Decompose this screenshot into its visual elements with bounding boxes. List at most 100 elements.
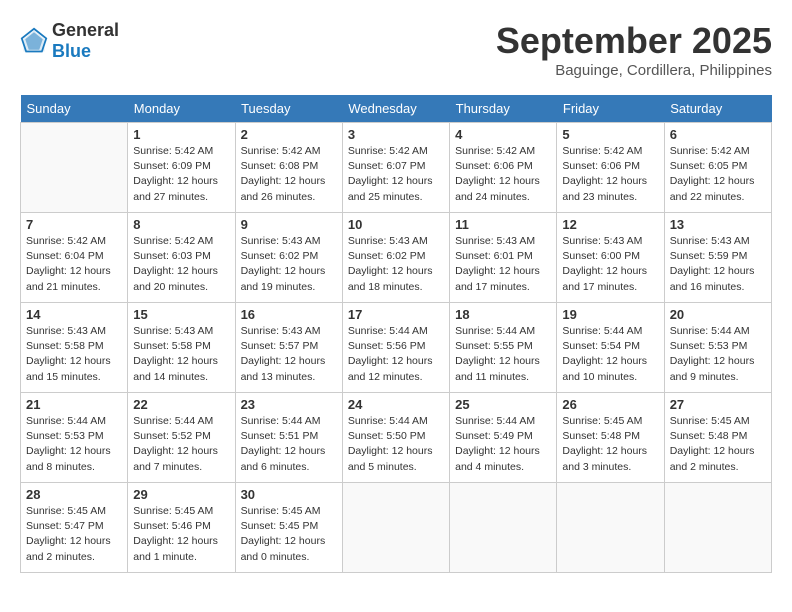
- day-info: Sunrise: 5:42 AMSunset: 6:07 PMDaylight:…: [348, 144, 444, 205]
- calendar-cell: 14 Sunrise: 5:43 AMSunset: 5:58 PMDayligh…: [21, 303, 128, 393]
- day-number: 26: [562, 397, 658, 412]
- calendar-cell: 29 Sunrise: 5:45 AMSunset: 5:46 PMDayligh…: [128, 483, 235, 573]
- week-row-2: 7 Sunrise: 5:42 AMSunset: 6:04 PMDaylight…: [21, 213, 772, 303]
- day-info: Sunrise: 5:44 AMSunset: 5:50 PMDaylight:…: [348, 414, 444, 475]
- day-number: 30: [241, 487, 337, 502]
- day-info: Sunrise: 5:42 AMSunset: 6:06 PMDaylight:…: [562, 144, 658, 205]
- column-header-friday: Friday: [557, 95, 664, 123]
- calendar-cell: 4 Sunrise: 5:42 AMSunset: 6:06 PMDaylight…: [450, 123, 557, 213]
- calendar-cell: 17Sunrise: 5:44 AMSunset: 5:56 PMDayligh…: [342, 303, 449, 393]
- calendar-cell: 10 Sunrise: 5:43 AMSunset: 6:02 PMDayligh…: [342, 213, 449, 303]
- column-header-sunday: Sunday: [21, 95, 128, 123]
- calendar-cell: 22 Sunrise: 5:44 AMSunset: 5:52 PMDayligh…: [128, 393, 235, 483]
- day-number: 24: [348, 397, 444, 412]
- day-number: 23: [241, 397, 337, 412]
- calendar-cell: 20Sunrise: 5:44 AMSunset: 5:53 PMDayligh…: [664, 303, 771, 393]
- day-number: 4: [455, 127, 551, 142]
- month-title: September 2025: [496, 20, 772, 62]
- column-header-thursday: Thursday: [450, 95, 557, 123]
- day-number: 29: [133, 487, 229, 502]
- calendar-cell: 21 Sunrise: 5:44 AMSunset: 5:53 PMDayligh…: [21, 393, 128, 483]
- column-header-monday: Monday: [128, 95, 235, 123]
- calendar: SundayMondayTuesdayWednesdayThursdayFrid…: [20, 95, 772, 573]
- day-number: 20: [670, 307, 766, 322]
- day-number: 9: [241, 217, 337, 232]
- calendar-cell: 13 Sunrise: 5:43 AMSunset: 5:59 PMDayligh…: [664, 213, 771, 303]
- calendar-cell: [557, 483, 664, 573]
- day-number: 1: [133, 127, 229, 142]
- logo-icon: [20, 27, 48, 55]
- calendar-cell: 8 Sunrise: 5:42 AMSunset: 6:03 PMDaylight…: [128, 213, 235, 303]
- day-info: Sunrise: 5:44 AMSunset: 5:52 PMDaylight:…: [133, 414, 229, 475]
- day-info: Sunrise: 5:43 AMSunset: 5:58 PMDaylight:…: [26, 324, 122, 385]
- day-info: Sunrise: 5:43 AMSunset: 5:58 PMDaylight:…: [133, 324, 229, 385]
- day-number: 7: [26, 217, 122, 232]
- calendar-cell: 7 Sunrise: 5:42 AMSunset: 6:04 PMDaylight…: [21, 213, 128, 303]
- day-number: 10: [348, 217, 444, 232]
- title-area: September 2025 Baguinge, Cordillera, Phi…: [496, 20, 772, 79]
- week-row-5: 28Sunrise: 5:45 AMSunset: 5:47 PMDayligh…: [21, 483, 772, 573]
- calendar-cell: [450, 483, 557, 573]
- calendar-cell: 5 Sunrise: 5:42 AMSunset: 6:06 PMDaylight…: [557, 123, 664, 213]
- calendar-cell: 15Sunrise: 5:43 AMSunset: 5:58 PMDayligh…: [128, 303, 235, 393]
- calendar-cell: 23 Sunrise: 5:44 AMSunset: 5:51 PMDayligh…: [235, 393, 342, 483]
- column-header-saturday: Saturday: [664, 95, 771, 123]
- day-info: Sunrise: 5:42 AMSunset: 6:04 PMDaylight:…: [26, 234, 122, 295]
- logo-blue: Blue: [52, 41, 91, 61]
- calendar-cell: 26 Sunrise: 5:45 AMSunset: 5:48 PMDayligh…: [557, 393, 664, 483]
- calendar-cell: 6 Sunrise: 5:42 AMSunset: 6:05 PMDaylight…: [664, 123, 771, 213]
- day-number: 6: [670, 127, 766, 142]
- day-info: Sunrise: 5:42 AMSunset: 6:06 PMDaylight:…: [455, 144, 551, 205]
- calendar-cell: 30Sunrise: 5:45 AMSunset: 5:45 PMDayligh…: [235, 483, 342, 573]
- day-number: 17: [348, 307, 444, 322]
- day-number: 21: [26, 397, 122, 412]
- day-number: 5: [562, 127, 658, 142]
- week-row-3: 14 Sunrise: 5:43 AMSunset: 5:58 PMDayligh…: [21, 303, 772, 393]
- week-row-1: 1 Sunrise: 5:42 AMSunset: 6:09 PMDaylight…: [21, 123, 772, 213]
- calendar-cell: 9 Sunrise: 5:43 AMSunset: 6:02 PMDaylight…: [235, 213, 342, 303]
- day-number: 2: [241, 127, 337, 142]
- day-number: 12: [562, 217, 658, 232]
- calendar-cell: [342, 483, 449, 573]
- week-row-4: 21 Sunrise: 5:44 AMSunset: 5:53 PMDayligh…: [21, 393, 772, 483]
- calendar-cell: [664, 483, 771, 573]
- calendar-cell: 1 Sunrise: 5:42 AMSunset: 6:09 PMDaylight…: [128, 123, 235, 213]
- day-info: Sunrise: 5:44 AMSunset: 5:54 PMDaylight:…: [562, 324, 658, 385]
- day-info: Sunrise: 5:45 AMSunset: 5:46 PMDaylight:…: [133, 504, 229, 565]
- day-info: Sunrise: 5:45 AMSunset: 5:48 PMDaylight:…: [562, 414, 658, 475]
- calendar-cell: 24 Sunrise: 5:44 AMSunset: 5:50 PMDayligh…: [342, 393, 449, 483]
- day-number: 8: [133, 217, 229, 232]
- day-info: Sunrise: 5:45 AMSunset: 5:48 PMDaylight:…: [670, 414, 766, 475]
- day-info: Sunrise: 5:42 AMSunset: 6:08 PMDaylight:…: [241, 144, 337, 205]
- calendar-cell: [21, 123, 128, 213]
- day-number: 25: [455, 397, 551, 412]
- day-info: Sunrise: 5:43 AMSunset: 5:57 PMDaylight:…: [241, 324, 337, 385]
- calendar-cell: 11Sunrise: 5:43 AMSunset: 6:01 PMDayligh…: [450, 213, 557, 303]
- day-number: 11: [455, 217, 551, 232]
- day-number: 14: [26, 307, 122, 322]
- calendar-cell: 27 Sunrise: 5:45 AMSunset: 5:48 PMDayligh…: [664, 393, 771, 483]
- day-number: 19: [562, 307, 658, 322]
- day-number: 16: [241, 307, 337, 322]
- day-number: 22: [133, 397, 229, 412]
- day-info: Sunrise: 5:42 AMSunset: 6:03 PMDaylight:…: [133, 234, 229, 295]
- day-info: Sunrise: 5:43 AMSunset: 6:02 PMDaylight:…: [348, 234, 444, 295]
- day-info: Sunrise: 5:44 AMSunset: 5:53 PMDaylight:…: [26, 414, 122, 475]
- day-info: Sunrise: 5:44 AMSunset: 5:51 PMDaylight:…: [241, 414, 337, 475]
- logo: General Blue: [20, 20, 119, 62]
- location-title: Baguinge, Cordillera, Philippines: [496, 62, 772, 79]
- day-info: Sunrise: 5:44 AMSunset: 5:49 PMDaylight:…: [455, 414, 551, 475]
- day-info: Sunrise: 5:44 AMSunset: 5:55 PMDaylight:…: [455, 324, 551, 385]
- calendar-cell: 28Sunrise: 5:45 AMSunset: 5:47 PMDayligh…: [21, 483, 128, 573]
- day-number: 13: [670, 217, 766, 232]
- calendar-cell: 2 Sunrise: 5:42 AMSunset: 6:08 PMDaylight…: [235, 123, 342, 213]
- column-header-tuesday: Tuesday: [235, 95, 342, 123]
- day-info: Sunrise: 5:43 AMSunset: 6:02 PMDaylight:…: [241, 234, 337, 295]
- day-info: Sunrise: 5:42 AMSunset: 6:09 PMDaylight:…: [133, 144, 229, 205]
- day-info: Sunrise: 5:42 AMSunset: 6:05 PMDaylight:…: [670, 144, 766, 205]
- calendar-cell: 3Sunrise: 5:42 AMSunset: 6:07 PMDaylight…: [342, 123, 449, 213]
- day-info: Sunrise: 5:43 AMSunset: 5:59 PMDaylight:…: [670, 234, 766, 295]
- calendar-cell: 25 Sunrise: 5:44 AMSunset: 5:49 PMDayligh…: [450, 393, 557, 483]
- day-number: 27: [670, 397, 766, 412]
- day-info: Sunrise: 5:45 AMSunset: 5:47 PMDaylight:…: [26, 504, 122, 565]
